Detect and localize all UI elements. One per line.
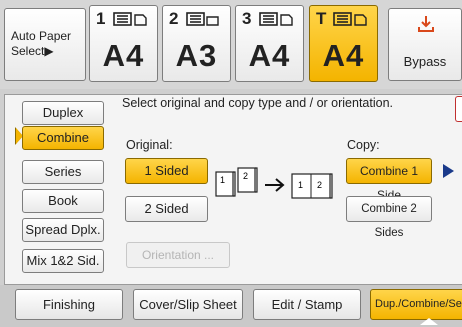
right-arrow-icon (265, 178, 285, 192)
instruction-text: Select original and copy type and / or o… (122, 96, 394, 110)
copy-combine-1-side-button[interactable]: Combine 1 Side (346, 158, 432, 202)
bypass-tray-icon (418, 16, 434, 32)
sidebar-item-spread-duplex[interactable]: Spread Dplx. (22, 218, 104, 242)
auto-paper-label-line2: Select▶ (11, 44, 54, 58)
auto-paper-select-button[interactable]: Auto Paper Select▶ (4, 8, 86, 81)
sidebar-item-mix-sided[interactable]: Mix 1&2 Sid. (22, 249, 104, 273)
tray-number: T (316, 9, 327, 28)
source-page-number: 1 (220, 175, 225, 185)
sidebar-item-label: Book (48, 193, 78, 208)
tray-3-button[interactable]: 3 A4 (235, 5, 304, 82)
paper-tray-icon (186, 11, 222, 32)
paper-tray-icon (113, 11, 149, 32)
paper-tray-icon (333, 11, 369, 32)
source-pages-icon: 1 2 (215, 167, 258, 197)
sidebar-item-label: Mix 1&2 Sid. (26, 253, 100, 268)
tab-dup-combine-series[interactable]: Dup./Combine/Ser (370, 289, 462, 320)
paper-tray-icon (259, 11, 295, 32)
tab-finishing[interactable]: Finishing (15, 289, 123, 320)
play-arrow-icon[interactable] (443, 164, 454, 178)
offscreen-button[interactable] (455, 96, 462, 122)
tab-edit-stamp[interactable]: Edit / Stamp (253, 289, 361, 320)
tray-t-button[interactable]: T A4 (309, 5, 378, 82)
result-page-number: 2 (317, 180, 322, 190)
tray-paper-size: A4 (322, 38, 365, 73)
tab-cover-slip-sheet[interactable]: Cover/Slip Sheet (133, 289, 243, 320)
option-label: 1 Sided (144, 163, 189, 178)
sidebar-item-label: Combine (36, 130, 90, 145)
option-label: 2 Sided (144, 201, 189, 216)
bypass-label: Bypass (403, 54, 447, 69)
original-1-sided-button[interactable]: 1 Sided (125, 158, 208, 184)
source-page-number: 2 (243, 171, 248, 181)
tray-paper-size: A3 (175, 38, 218, 73)
tray-number: 3 (242, 9, 252, 28)
tray-number: 1 (96, 9, 106, 28)
sidebar-item-combine[interactable]: Combine (22, 126, 104, 150)
bypass-tray-button[interactable]: Bypass (388, 8, 462, 81)
sidebar-item-book[interactable]: Book (22, 189, 104, 213)
copy-combine-2-sides-button[interactable]: Combine 2 Sides (346, 196, 432, 239)
sidebar-item-series[interactable]: Series (22, 160, 104, 184)
original-2-sided-button[interactable]: 2 Sided (125, 196, 208, 222)
copy-label: Copy: (347, 138, 380, 152)
auto-paper-label-line1: Auto Paper (11, 29, 72, 43)
orientation-button[interactable]: Orientation ... (126, 242, 230, 268)
sidebar-item-duplex[interactable]: Duplex (22, 101, 104, 125)
original-label: Original: (126, 138, 173, 152)
sidebar-item-label: Spread Dplx. (25, 222, 101, 237)
sidebar-item-label: Duplex (42, 105, 84, 120)
tray-paper-size: A4 (248, 38, 291, 73)
active-tab-pointer (420, 318, 438, 325)
tray-paper-size: A4 (102, 38, 145, 73)
combine-diagram: 1 2 1 2 (215, 167, 333, 199)
tray-number: 2 (169, 9, 179, 28)
tray-2-button[interactable]: 2 A3 (162, 5, 231, 82)
sidebar-item-label: Series (44, 164, 82, 179)
tray-1-button[interactable]: 1 A4 (89, 5, 158, 82)
combined-page-icon: 1 2 (291, 173, 333, 199)
result-page-number: 1 (298, 180, 303, 190)
